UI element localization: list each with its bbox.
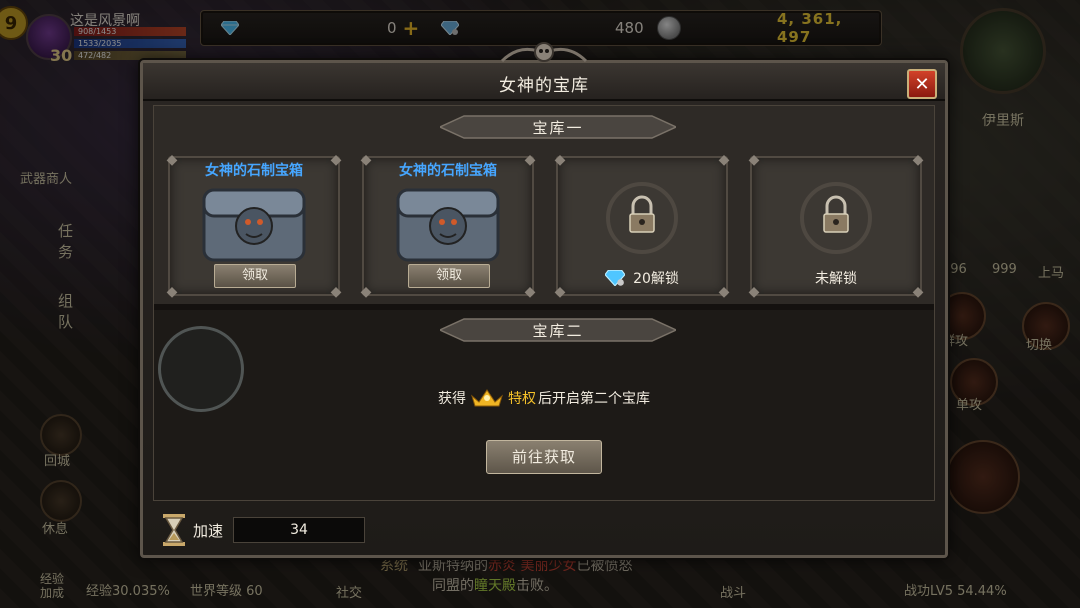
corner-ornament-icon: ◆ <box>524 284 536 300</box>
corner-ornament-icon: ◆ <box>748 152 760 168</box>
corner-ornament-icon: ◆ <box>166 284 178 300</box>
locked-status: 未解锁 <box>815 271 857 287</box>
crown-icon <box>471 389 503 407</box>
stone-chest-icon <box>202 188 306 262</box>
speed-value-field: 34 <box>233 517 366 543</box>
section-divider <box>154 304 934 310</box>
lock-icon <box>606 182 678 254</box>
locked-slot-4[interactable]: ◆ ◆ ◆ ◆ 未解锁 <box>749 152 924 300</box>
dialog-title-bar: 女神的宝库 ✕ <box>143 63 945 101</box>
privilege-word[interactable]: 特权 <box>508 388 536 408</box>
stone-chest-icon <box>396 188 500 262</box>
privilege-suffix: 后开启第二个宝库 <box>538 391 650 407</box>
speed-label: 加速 <box>193 521 224 540</box>
vault-two-title: 宝库二 <box>532 321 584 340</box>
virtual-joystick[interactable] <box>158 326 244 412</box>
chest-slot-1[interactable]: ◆ ◆ ◆ ◆ 女神的石制宝箱 领取 <box>167 152 342 300</box>
lock-icon <box>800 182 872 254</box>
corner-ornament-icon: ◆ <box>912 152 924 168</box>
privilege-prefix: 获得 <box>438 391 466 407</box>
chest-name: 女神的石制宝箱 <box>399 163 497 179</box>
corner-ornament-icon: ◆ <box>360 284 372 300</box>
chest-name: 女神的石制宝箱 <box>205 163 303 179</box>
diamond-icon <box>605 270 626 286</box>
speed-row: 加速 34 <box>159 513 366 547</box>
vault-one-banner: 宝库一 <box>440 114 676 140</box>
goto-obtain-button[interactable]: 前往获取 <box>486 440 602 474</box>
dialog-title: 女神的宝库 <box>499 76 589 96</box>
corner-ornament-icon: ◆ <box>330 284 342 300</box>
vault-two-banner: 宝库二 <box>440 317 676 343</box>
vault-one-title: 宝库一 <box>532 118 584 137</box>
dialog-body: 宝库一 ◆ ◆ ◆ ◆ 女神的石制宝箱 领取 ◆ ◆ ◆ ◆ 女神的石制宝箱 领… <box>153 105 935 501</box>
unlock-cost: 20解锁 <box>558 268 726 288</box>
hourglass-icon <box>163 514 185 546</box>
skull-ornament-icon <box>500 42 588 63</box>
treasury-dialog: 女神的宝库 ✕ 宝库一 ◆ ◆ ◆ ◆ 女神的石制宝箱 领取 ◆ ◆ ◆ ◆ 女… <box>140 42 948 558</box>
vault-one-section: 宝库一 ◆ ◆ ◆ ◆ 女神的石制宝箱 领取 ◆ ◆ ◆ ◆ 女神的石制宝箱 领… <box>154 106 934 305</box>
claim-button[interactable]: 领取 <box>408 264 490 288</box>
chest-slot-2[interactable]: ◆ ◆ ◆ ◆ 女神的石制宝箱 领取 <box>361 152 536 300</box>
corner-ornament-icon: ◆ <box>554 152 566 168</box>
privilege-hint: 获得 特权 后开启第二个宝库 <box>154 388 934 408</box>
unlock-cost-label: 20解锁 <box>633 271 679 287</box>
corner-ornament-icon: ◆ <box>718 152 730 168</box>
claim-button[interactable]: 领取 <box>214 264 296 288</box>
close-button[interactable]: ✕ <box>907 69 937 99</box>
locked-slot-3[interactable]: ◆ ◆ ◆ ◆ 20解锁 <box>555 152 730 300</box>
